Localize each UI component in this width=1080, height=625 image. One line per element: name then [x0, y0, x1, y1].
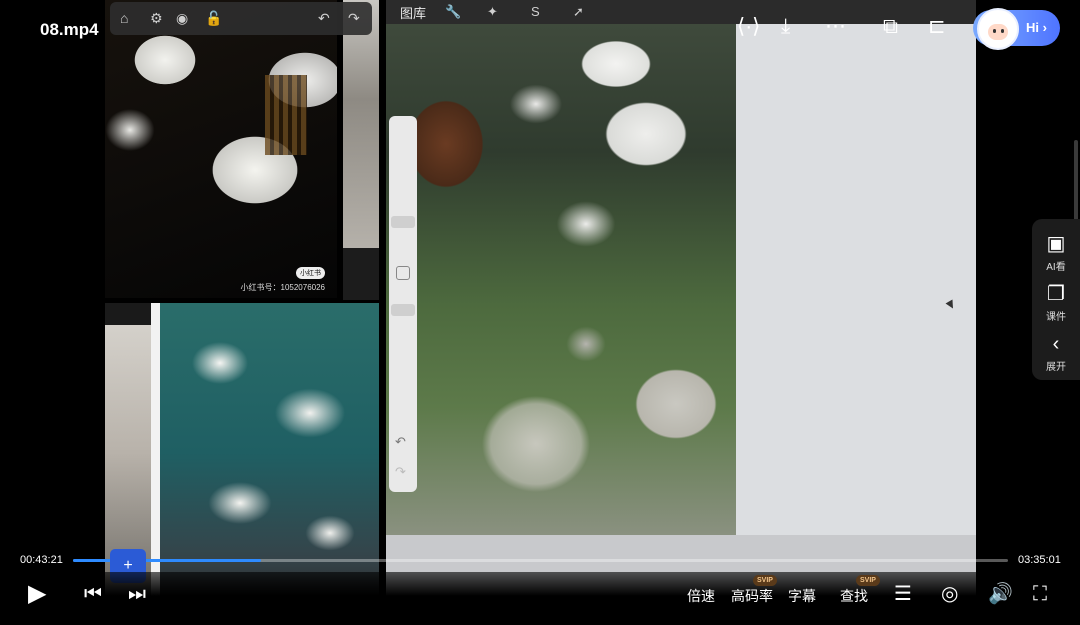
wrench-icon: 🔧 [445, 4, 462, 19]
subtitle-button[interactable]: 字幕 [788, 586, 816, 606]
side-item-label: AI看 [1046, 262, 1066, 273]
photo-watermark-stamp: 小红书 [296, 267, 325, 279]
painting-artwork [386, 24, 736, 535]
progress-bar[interactable] [73, 559, 1008, 562]
reference-photo-strip-dark [343, 248, 379, 300]
ai-watch-icon: ▣ [1046, 233, 1066, 255]
photo-watermark-caption: 小红书号：1052076026 [240, 283, 326, 292]
ai-assistant-label: Hi › [1026, 20, 1047, 35]
modify-square-icon [396, 266, 410, 280]
photo-divider [151, 303, 160, 603]
ai-assistant-button[interactable]: Hi › [973, 8, 1060, 50]
speed-button[interactable]: 倍速 [687, 586, 715, 606]
mini-window-icon[interactable]: ⊏ [928, 13, 946, 41]
video-file-title: 08.mp4 [40, 20, 99, 39]
side-item-label: 展开 [1046, 362, 1066, 373]
side-panel: ▣ AI看 ❐ 课件 ‹ 展开 [1032, 219, 1080, 380]
redo-icon: ↷ [348, 10, 360, 26]
more-icon[interactable]: ⋯ [825, 13, 846, 41]
app-redo-icon: ↷ [395, 464, 406, 479]
eye-icon: ◉ [176, 10, 189, 26]
drawing-app-gallery-label: 图库 [400, 6, 427, 21]
side-item-expand[interactable]: ‹ 展开 [1032, 333, 1080, 373]
svip-badge: SVIP [753, 575, 777, 586]
bitrate-button[interactable]: 高码率 [731, 586, 773, 606]
reference-photo-blue-magnolia [160, 303, 379, 603]
brush-size-slider [391, 216, 415, 228]
progress-fill [73, 559, 262, 562]
download-icon[interactable]: ⤓ [781, 13, 790, 41]
app-undo-icon: ↶ [395, 434, 406, 449]
share-icon[interactable]: ⟨·⟩ [737, 13, 760, 41]
play-icon[interactable]: ▶ [28, 582, 46, 606]
selection-icon: S [531, 4, 540, 19]
opacity-slider [391, 304, 415, 316]
current-time: 00:43:21 [20, 554, 63, 566]
control-bar [0, 572, 1080, 625]
transform-arrow-icon: ➚ [573, 4, 584, 19]
phone-status-bar [105, 303, 151, 325]
picture-in-picture-icon[interactable]: ⧉ [883, 13, 898, 41]
lock-icon: 🔓 [205, 10, 223, 26]
total-time: 03:35:01 [1018, 554, 1061, 566]
book-icon: ❐ [1047, 283, 1065, 305]
side-item-label: 课件 [1046, 312, 1066, 323]
search-button[interactable]: 查找 [840, 586, 868, 606]
next-icon[interactable]: ⏭ [128, 582, 146, 606]
settings-icon: ⚙ [150, 10, 163, 26]
side-item-ai-watch[interactable]: ▣ AI看 [1032, 233, 1080, 273]
reference-photo-night-magnolia: 小红书 小红书号：1052076026 [105, 0, 337, 298]
fullscreen-icon[interactable]: ⛶ [1033, 582, 1047, 606]
reference-photo-strip [343, 0, 379, 248]
previous-icon[interactable]: ⏮ [84, 582, 102, 606]
target-icon[interactable]: ◎ [941, 582, 958, 606]
video-app-mini-toolbar: ⌂ ⚙ ◉ 🔓 ↶ ↷ [110, 2, 372, 35]
magic-wand-icon: ✦ [487, 4, 498, 19]
drawing-app-side-toolbar: ↶ ↷ [389, 116, 417, 492]
svip-badge: SVIP [856, 575, 880, 586]
side-item-courseware[interactable]: ❐ 课件 [1032, 283, 1080, 323]
chevron-left-icon: ‹ [1052, 333, 1060, 355]
playlist-icon[interactable]: ☰ [894, 582, 912, 606]
assistant-avatar [977, 8, 1019, 50]
home-icon: ⌂ [120, 10, 129, 26]
undo-icon: ↶ [318, 10, 330, 26]
volume-icon[interactable]: 🔊 [988, 582, 1013, 606]
window-light [265, 75, 307, 155]
drawing-app-canvas-blank [736, 24, 976, 535]
